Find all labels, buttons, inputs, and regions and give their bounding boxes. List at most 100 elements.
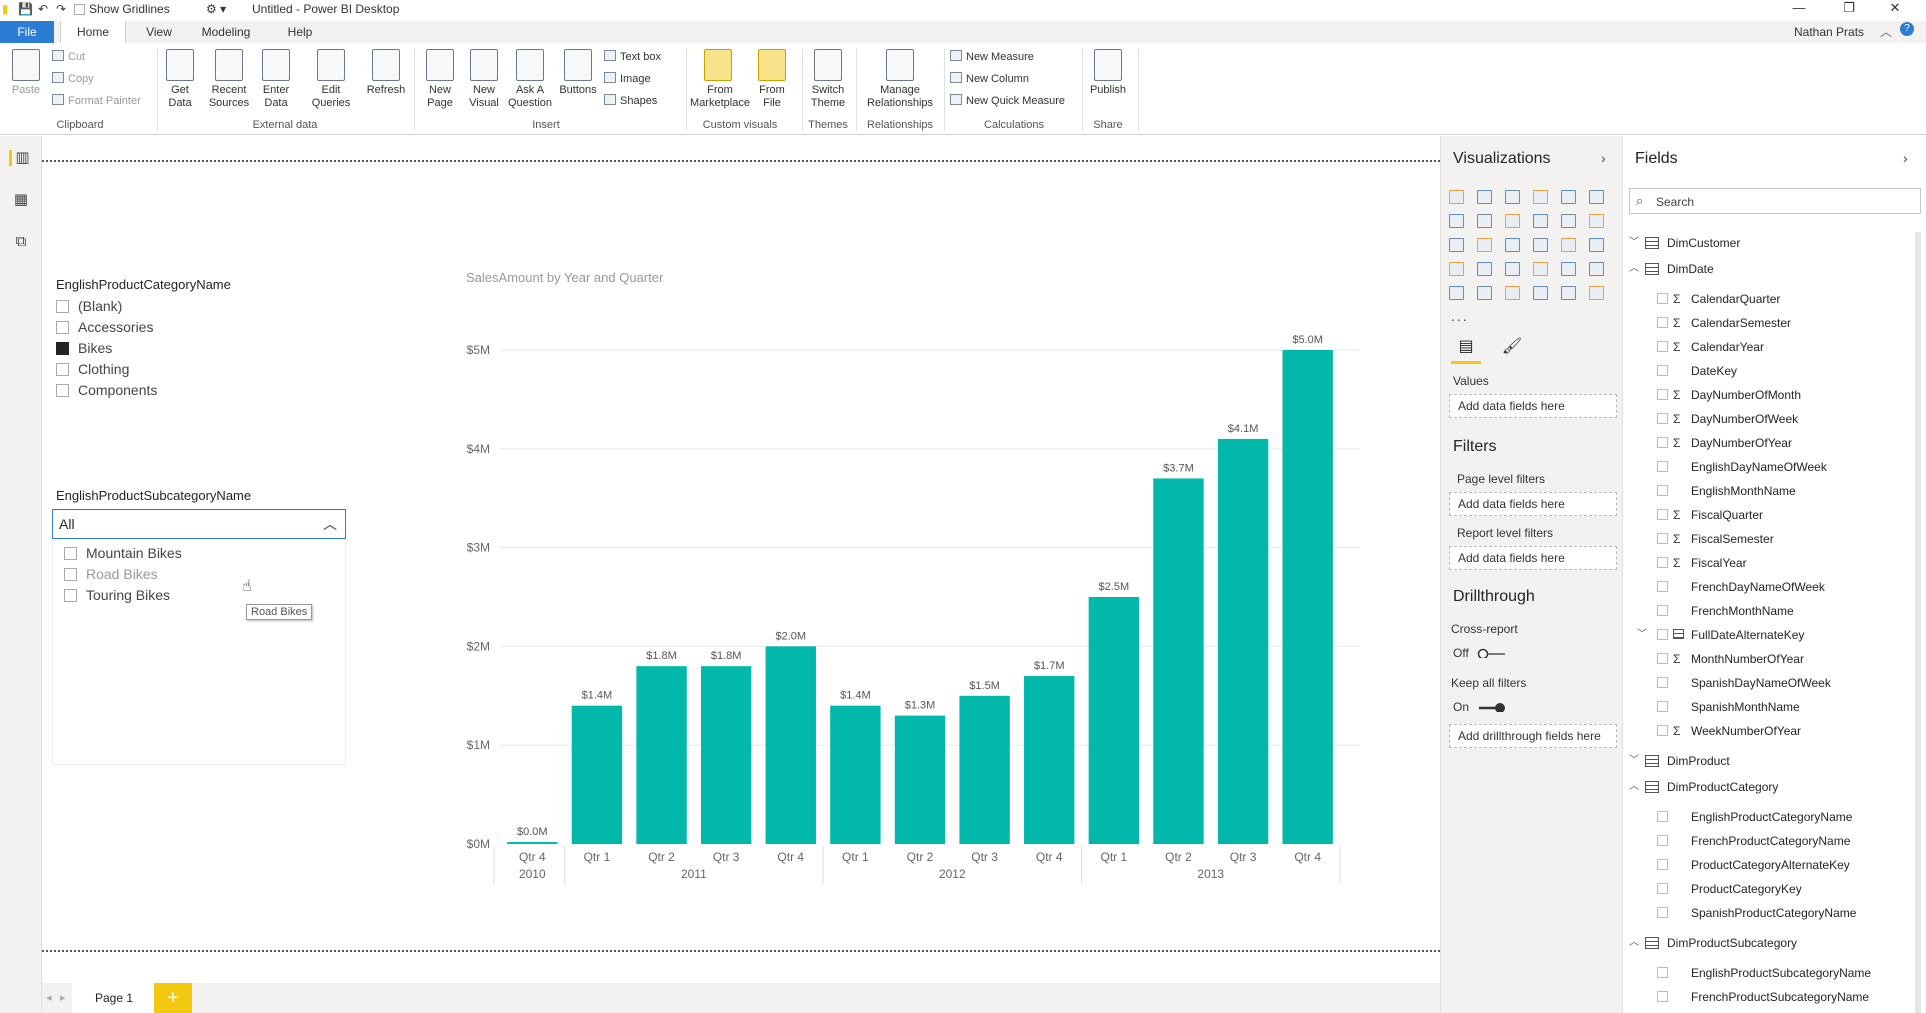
field-checkbox[interactable] [1657,461,1668,472]
chevron-down-icon[interactable]: ﹀ [1629,236,1639,250]
visual-type-icon[interactable] [1589,286,1604,300]
page-filters-well[interactable]: Add data fields here [1449,492,1617,516]
visual-type-icon[interactable] [1589,214,1604,228]
field-checkbox[interactable] [1657,883,1668,894]
from-file-button[interactable]: From File [754,49,790,110]
category-slicer-item[interactable]: Accessories [56,318,153,336]
subcategory-slicer-item[interactable]: Road Bikes [64,565,158,583]
chevron-up-icon[interactable]: ︿ [1629,780,1639,794]
chevron-down-icon[interactable]: ﹀ [1629,754,1639,768]
checkbox-icon[interactable] [56,363,69,376]
visual-type-icon[interactable] [1477,190,1492,204]
help-icon[interactable]: ? [1900,22,1914,36]
switch-theme-button[interactable]: Switch Theme [806,49,850,110]
undo-icon[interactable]: ↶ [38,1,48,17]
data-view-icon[interactable]: ▦ [12,192,30,208]
category-slicer-item[interactable]: Clothing [56,360,129,378]
field-name[interactable]: FullDateAlternateKey [1691,628,1804,642]
close-icon[interactable]: ✕ [1872,0,1918,18]
user-name[interactable]: Nathan Prats [1794,21,1864,43]
fields-search-box[interactable]: ⌕ Search [1629,188,1921,214]
copy-button[interactable]: Copy [52,72,94,86]
field-checkbox[interactable] [1657,629,1668,640]
field-name[interactable]: DateKey [1691,364,1737,378]
save-icon[interactable]: 💾 [18,1,33,17]
checkbox-icon[interactable] [56,321,69,334]
edit-queries-button[interactable]: Edit Queries [306,49,356,110]
visual-type-icon[interactable] [1449,214,1464,228]
visual-type-icon[interactable] [1477,262,1492,276]
field-name[interactable]: CalendarQuarter [1691,292,1780,306]
visual-type-icon[interactable] [1561,238,1576,252]
visual-type-icon[interactable] [1533,286,1548,300]
redo-icon[interactable]: ↷ [56,1,66,17]
field-name[interactable]: ProductCategoryKey [1691,882,1802,896]
visual-type-icon[interactable] [1505,214,1520,228]
field-name[interactable]: EnglishMonthName [1691,484,1796,498]
checkbox-icon[interactable] [64,589,77,602]
field-checkbox[interactable] [1657,437,1668,448]
values-well[interactable]: Add data fields here [1449,394,1617,418]
field-checkbox[interactable] [1657,557,1668,568]
field-checkbox[interactable] [1657,389,1668,400]
refresh-button[interactable]: Refresh [364,49,408,97]
field-table-name[interactable]: DimDate [1667,262,1714,276]
field-name[interactable]: CalendarSemester [1691,316,1791,330]
visual-type-icon[interactable] [1561,214,1576,228]
model-view-icon[interactable]: ⧉ [12,234,30,250]
checkbox-icon[interactable] [56,300,69,313]
category-slicer-item[interactable]: (Blank) [56,297,122,315]
column-chart[interactable]: $0M $1M $2M $3M $4M $5M $0.0M Qtr 4 $1.4M Qtr 1 $1… [440,260,1400,900]
field-checkbox[interactable] [1657,509,1668,520]
visual-type-icon[interactable] [1561,286,1576,300]
visual-type-icon[interactable] [1505,190,1520,204]
field-checkbox[interactable] [1657,991,1668,1002]
field-checkbox[interactable] [1657,701,1668,712]
checkbox-icon[interactable] [56,384,69,397]
minimize-icon[interactable]: — [1776,0,1822,18]
field-name[interactable]: FiscalYear [1691,556,1747,570]
field-checkbox[interactable] [1657,581,1668,592]
category-slicer-item[interactable]: Bikes [56,339,112,357]
cross-report-toggle[interactable] [1477,648,1505,658]
keep-all-filters-toggle[interactable] [1477,702,1505,712]
field-table-name[interactable]: DimProductSubcategory [1667,936,1797,950]
visual-type-icon[interactable] [1533,238,1548,252]
field-name[interactable]: WeekNumberOfYear [1691,724,1801,738]
field-name[interactable]: EnglishDayNameOfWeek [1691,460,1827,474]
more-visuals-icon[interactable]: ... [1451,308,1469,324]
visual-type-icon[interactable] [1477,286,1492,300]
text-box-button[interactable]: Text box [604,50,661,64]
field-name[interactable]: EnglishProductCategoryName [1691,810,1852,824]
field-name[interactable]: ProductCategoryAlternateKey [1691,858,1850,872]
field-checkbox[interactable] [1657,907,1668,918]
field-checkbox[interactable] [1657,653,1668,664]
publish-button[interactable]: Publish [1088,49,1128,97]
visual-type-icon[interactable] [1477,214,1492,228]
checkbox-icon[interactable] [64,547,77,560]
collapse-visualizations-icon[interactable]: › [1601,150,1606,166]
visual-type-icon[interactable] [1477,238,1492,252]
tab-help[interactable]: Help [274,21,326,43]
get-data-button[interactable]: Get Data [160,49,200,110]
new-column-button[interactable]: New Column [950,72,1029,86]
enter-data-button[interactable]: Enter Data [258,49,294,110]
field-checkbox[interactable] [1657,317,1668,328]
field-table-name[interactable]: DimCustomer [1667,236,1740,250]
field-table-name[interactable]: DimProduct [1667,754,1730,768]
report-view-icon[interactable]: ▥ [9,150,33,166]
field-name[interactable]: SpanishDayNameOfWeek [1691,676,1831,690]
recent-sources-button[interactable]: Recent Sources [204,49,254,110]
subcategory-dropdown[interactable]: All ︿ [52,509,346,539]
cut-button[interactable]: Cut [52,50,85,64]
visual-type-icon[interactable] [1533,190,1548,204]
checkbox-icon[interactable] [64,568,77,581]
field-checkbox[interactable] [1657,413,1668,424]
field-name[interactable]: FiscalQuarter [1691,508,1763,522]
from-marketplace-button[interactable]: From Marketplace [690,49,750,110]
field-checkbox[interactable] [1657,293,1668,304]
field-checkbox[interactable] [1657,605,1668,616]
field-checkbox[interactable] [1657,967,1668,978]
visual-type-icon[interactable] [1533,262,1548,276]
tab-modeling[interactable]: Modeling [192,21,260,43]
